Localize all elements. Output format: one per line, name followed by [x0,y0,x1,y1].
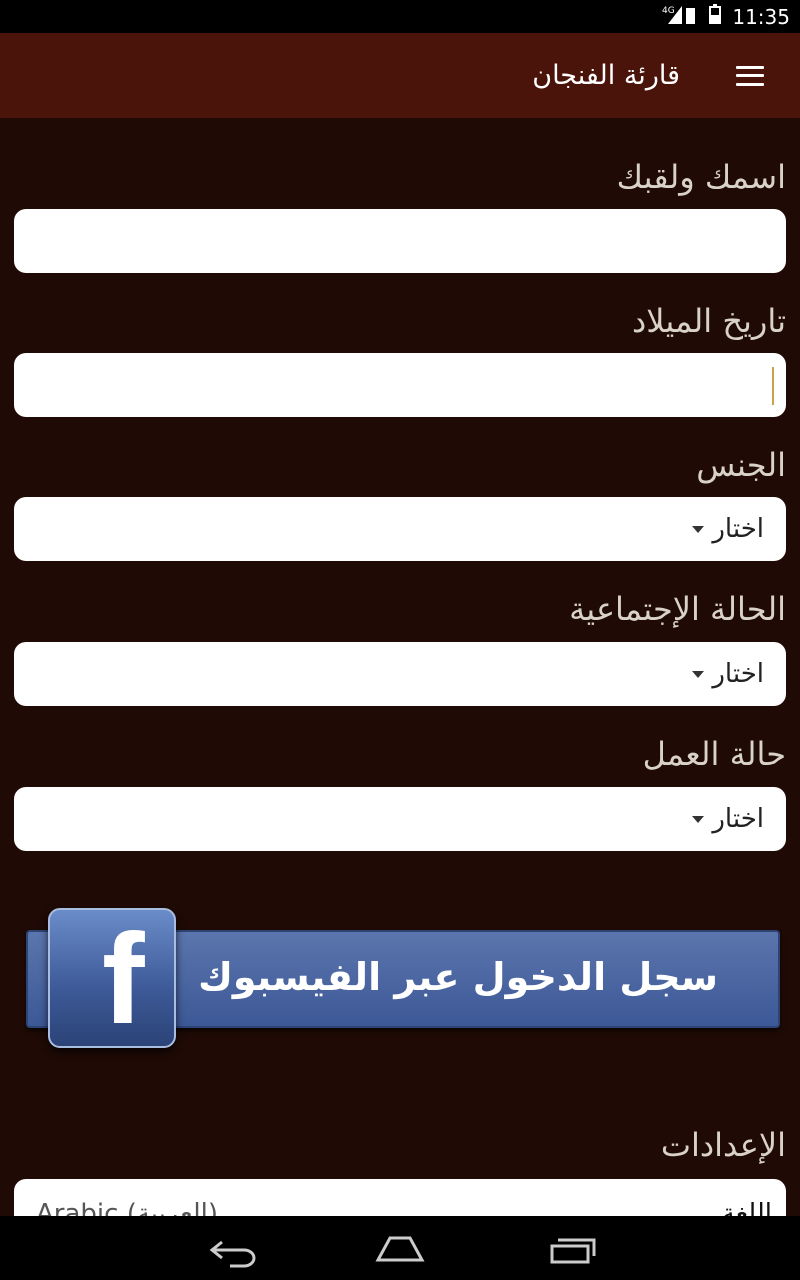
settings-title: الإعدادات [660,1126,786,1164]
work-status-label: حالة العمل [642,735,786,773]
birthdate-input[interactable] [14,353,786,417]
work-status-select[interactable]: اختار [14,787,786,851]
navigation-bar [0,1216,800,1280]
status-time: 11:35 [732,4,790,29]
dropdown-caret-icon [692,815,705,823]
language-key: اللغة [721,1199,772,1216]
facebook-login-label: سجل الدخول عبر الفيسبوك [198,955,718,999]
battery-icon [708,4,722,29]
language-setting-row[interactable]: اللغة Arabic (العربية) [14,1179,786,1216]
name-label: اسمك ولقبك [616,158,786,196]
marital-status-label: الحالة الإجتماعية [569,590,786,628]
status-bar: 4G 11:35 [0,0,800,33]
back-icon[interactable] [200,1226,260,1270]
hamburger-menu-icon[interactable] [736,65,764,86]
work-status-selected-value: اختار [712,804,764,834]
language-value: Arabic (العربية) [36,1199,219,1216]
gender-selected-value: اختار [712,514,764,544]
birthdate-label: تاريخ الميلاد [632,302,786,340]
form-content[interactable]: اسمك ولقبك تاريخ الميلاد الجنس اختار الح… [0,118,800,1216]
facebook-login-button[interactable]: سجل الدخول عبر الفيسبوك f [26,908,780,1058]
gender-label: الجنس [696,446,786,484]
app-title: قارئة الفنجان [532,60,680,91]
network-type-label: 4G [662,6,675,16]
dropdown-caret-icon [692,670,705,678]
text-cursor [772,367,774,405]
gender-select[interactable]: اختار [14,497,786,561]
name-input[interactable] [14,209,786,273]
network-4g-icon: 4G [662,4,698,29]
home-icon[interactable] [370,1226,430,1270]
app-bar: قارئة الفنجان [0,33,800,118]
facebook-logo-icon: f [48,908,176,1048]
recent-apps-icon[interactable] [542,1226,602,1270]
dropdown-caret-icon [692,525,705,533]
marital-status-select[interactable]: اختار [14,642,786,706]
marital-status-selected-value: اختار [712,659,764,689]
